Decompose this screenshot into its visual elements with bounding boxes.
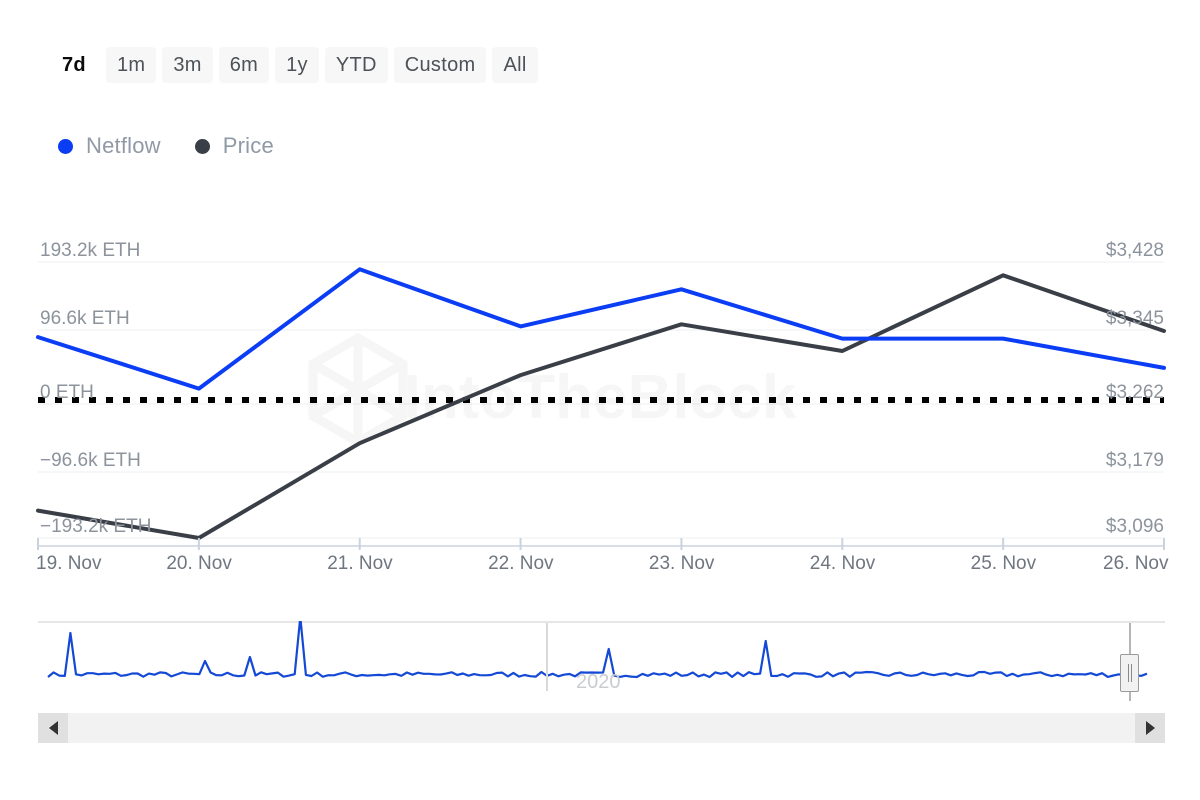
y-axis-left-label: −96.6k ETH	[40, 450, 141, 472]
x-axis-label: 25. Nov	[971, 553, 1036, 575]
x-axis-label: 19. Nov	[36, 553, 101, 575]
triangle-left-icon	[49, 721, 58, 735]
x-axis-label: 23. Nov	[649, 553, 714, 575]
x-axis-label: 24. Nov	[810, 553, 875, 575]
y-axis-right-label: $3,179	[1106, 450, 1164, 472]
y-axis-left-label: 0 ETH	[40, 382, 94, 404]
y-axis-right-label: $3,345	[1106, 308, 1164, 330]
y-axis-right-label: $3,262	[1106, 382, 1164, 404]
scroll-right-button[interactable]	[1135, 713, 1165, 743]
navigator-right-handle[interactable]	[1120, 654, 1139, 692]
chart-navigator[interactable]: 2020	[38, 621, 1165, 701]
navigator-year-label: 2020	[576, 671, 621, 694]
y-axis-left-label: 193.2k ETH	[40, 240, 140, 262]
triangle-right-icon	[1146, 721, 1155, 735]
x-axis-label: 21. Nov	[327, 553, 392, 575]
x-axis-label: 26. Nov	[1103, 553, 1168, 575]
scroll-left-button[interactable]	[38, 713, 68, 743]
y-axis-left-label: 96.6k ETH	[40, 308, 130, 330]
chart-scrollbar[interactable]	[38, 713, 1165, 743]
y-axis-left-label: −193.2k ETH	[40, 516, 151, 538]
scrollbar-track[interactable]	[68, 713, 1135, 743]
x-axis-label: 22. Nov	[488, 553, 553, 575]
y-axis-right-label: $3,096	[1106, 516, 1164, 538]
x-axis-label: 20. Nov	[166, 553, 231, 575]
watermark: IntoTheBlock	[313, 338, 797, 442]
navigator-series-line	[48, 621, 1147, 677]
y-axis-right-label: $3,428	[1106, 240, 1164, 262]
